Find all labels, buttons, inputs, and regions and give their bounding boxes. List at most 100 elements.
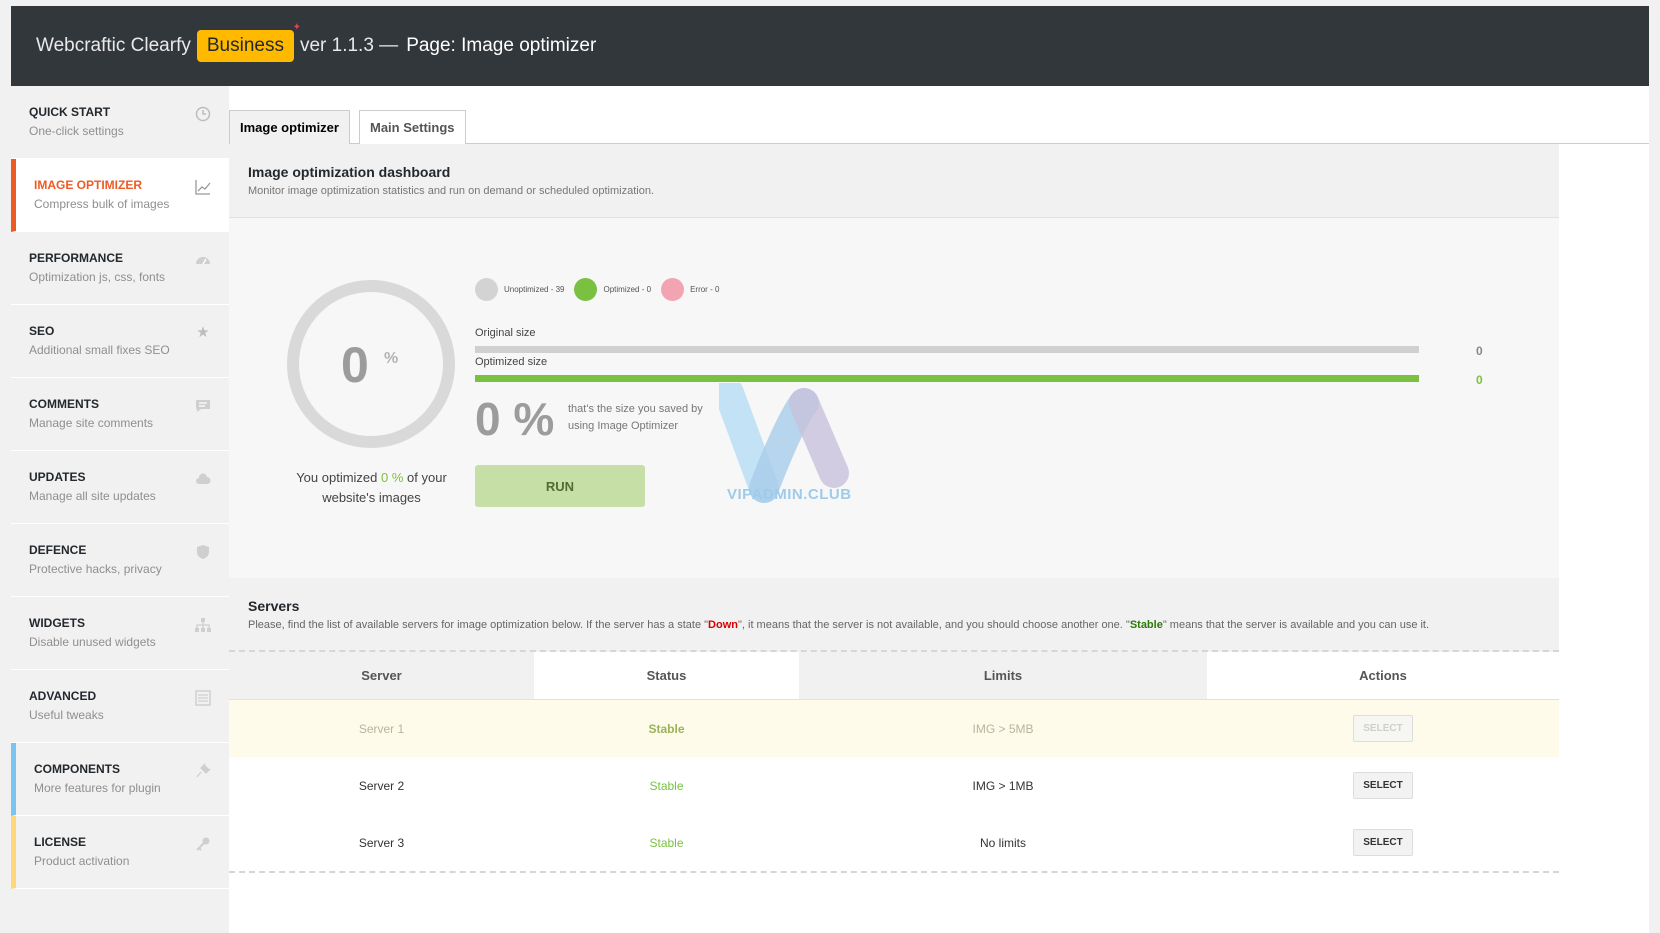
sidebar-item-title: ADVANCED xyxy=(29,689,97,703)
app-frame: Webcraftic Clearfy Business ✦ ver 1.1.3 —… xyxy=(11,6,1649,933)
legend: Unoptimized - 39 Optimized - 0 Error - 0 xyxy=(475,278,729,301)
star-icon: ★ xyxy=(196,324,210,341)
select-button[interactable]: SELECT xyxy=(1353,829,1413,856)
main-content: Image optimizer Main Settings Image opti… xyxy=(229,86,1649,933)
saved-percent: 0 % xyxy=(475,393,555,445)
dashboard-icon xyxy=(195,252,211,268)
sidebar-item-image-optimizer[interactable]: IMAGE OPTIMIZER Compress bulk of images xyxy=(11,159,229,232)
column-limits: Limits xyxy=(799,652,1207,699)
sidebar-item-advanced[interactable]: ADVANCED Useful tweaks xyxy=(11,670,229,743)
ring-caption: You optimized 0 % of your website's imag… xyxy=(296,470,447,505)
sidebar-item-updates[interactable]: UPDATES Manage all site updates xyxy=(11,451,229,524)
original-size-value: 0 xyxy=(1476,344,1483,358)
sitemap-icon xyxy=(195,617,211,633)
sidebar-item-title: UPDATES xyxy=(29,470,86,484)
servers-table: Server Status Limits Actions Server 1 St… xyxy=(229,652,1559,873)
sidebar-item-seo[interactable]: SEO Additional small fixes SEO ★ xyxy=(11,305,229,378)
select-button[interactable]: SELECT xyxy=(1353,715,1413,742)
server-name: Server 2 xyxy=(358,778,405,793)
sidebar-item-subtitle: Product activation xyxy=(34,854,130,868)
optimized-size-value: 0 xyxy=(1476,373,1483,387)
sidebar-item-title: IMAGE OPTIMIZER xyxy=(34,178,142,192)
server-name: Server 1 xyxy=(358,721,405,736)
sidebar-item-widgets[interactable]: WIDGETS Disable unused widgets xyxy=(11,597,229,670)
sidebar-item-title: WIDGETS xyxy=(29,616,85,630)
server-limits: IMG > 5MB xyxy=(972,721,1034,736)
sidebar-item-subtitle: Manage site comments xyxy=(29,416,154,430)
top-bar: Webcraftic Clearfy Business ✦ ver 1.1.3 —… xyxy=(11,6,1649,86)
list-icon xyxy=(195,690,211,706)
server-limits: IMG > 1MB xyxy=(972,778,1034,793)
comment-icon xyxy=(195,398,211,414)
servers-header: Servers Please, find the list of availab… xyxy=(229,578,1559,652)
sidebar-item-subtitle: Manage all site updates xyxy=(29,489,156,503)
sidebar-item-performance[interactable]: PERFORMANCE Optimization js, css, fonts xyxy=(11,232,229,305)
sidebar-item-subtitle: One-click settings xyxy=(29,124,124,138)
sidebar-item-components[interactable]: COMPONENTS More features for plugin xyxy=(11,743,229,816)
column-server: Server xyxy=(229,652,534,699)
plugin-icon xyxy=(195,763,211,779)
tab-main-settings[interactable]: Main Settings xyxy=(359,110,466,145)
stable-label: Stable xyxy=(1129,619,1163,631)
select-button[interactable]: SELECT xyxy=(1353,772,1413,799)
chart-icon xyxy=(195,179,211,195)
sidebar-item-subtitle: Optimization js, css, fonts xyxy=(29,270,166,284)
servers-description: Please, find the list of available serve… xyxy=(248,619,1430,631)
server-status: Stable xyxy=(649,778,684,793)
original-size-label: Original size xyxy=(475,327,536,339)
watermark-text: VIPADMIN.CLUB xyxy=(727,486,852,503)
sidebar-item-title: LICENSE xyxy=(34,835,87,849)
ring-unit: % xyxy=(384,350,399,367)
tab-image-optimizer[interactable]: Image optimizer xyxy=(229,110,350,145)
sidebar-item-subtitle: Disable unused widgets xyxy=(29,635,156,649)
server-limits: No limits xyxy=(979,835,1026,850)
tab-bar: Image optimizer Main Settings xyxy=(229,86,1649,145)
server-name: Server 3 xyxy=(358,835,405,850)
server-status: Stable xyxy=(649,835,684,850)
legend-optimized: Optimized - 0 xyxy=(574,278,651,301)
caption-value: 0 % xyxy=(381,470,404,485)
sidebar-item-title: COMMENTS xyxy=(29,397,99,411)
sidebar-item-quick-start[interactable]: QUICK START One-click settings xyxy=(11,86,229,159)
server-status: Stable xyxy=(648,721,685,736)
sidebar-item-comments[interactable]: COMMENTS Manage site comments xyxy=(11,378,229,451)
progress-ring xyxy=(287,280,455,448)
sidebar-item-title: DEFENCE xyxy=(29,543,87,557)
sidebar-item-title: SEO xyxy=(29,324,55,338)
optimized-size-bar xyxy=(475,375,1419,382)
business-badge: Business ✦ xyxy=(196,22,301,62)
sidebar-item-subtitle: Protective hacks, privacy xyxy=(29,562,162,576)
dashboard-title: Image optimization dashboard xyxy=(248,164,451,180)
saved-text: that's the size you saved by using Image… xyxy=(568,403,703,432)
key-icon xyxy=(195,836,211,852)
optimized-size-label: Optimized size xyxy=(475,356,548,368)
servers-title: Servers xyxy=(248,598,300,614)
brand-name: Webcraftic Clearfy xyxy=(36,35,191,56)
version-label: ver 1.1.3 — xyxy=(299,35,399,56)
sidebar-item-defence[interactable]: DEFENCE Protective hacks, privacy xyxy=(11,524,229,597)
cloud-icon xyxy=(195,471,211,487)
legend-error: Error - 0 xyxy=(661,278,719,301)
clock-icon xyxy=(195,106,211,122)
table-header: Server Status Limits Actions xyxy=(229,652,1559,700)
sidebar-item-subtitle: More features for plugin xyxy=(34,781,161,795)
table-footer xyxy=(229,871,1559,873)
run-button[interactable]: RUN xyxy=(475,465,645,507)
down-label: Down xyxy=(708,619,738,631)
legend-unoptimized: Unoptimized - 39 xyxy=(475,278,564,301)
sidebar: QUICK START One-click settings IMAGE OPT… xyxy=(11,86,229,933)
table-row: Server 1 Stable IMG > 5MB SELECT xyxy=(229,700,1559,757)
sidebar-item-subtitle: Compress bulk of images xyxy=(34,197,170,211)
ring-value: 0 xyxy=(341,337,369,393)
spark-icon: ✦ xyxy=(292,22,301,33)
sidebar-item-subtitle: Additional small fixes SEO xyxy=(29,343,170,357)
page-title: Page: Image optimizer xyxy=(406,35,597,56)
sidebar-item-license[interactable]: LICENSE Product activation xyxy=(11,816,229,889)
dashboard-body: 0 % You optimized 0 % of your website's … xyxy=(229,218,1559,578)
dashboard-header: Image optimization dashboard Monitor ima… xyxy=(229,144,1559,218)
column-actions: Actions xyxy=(1359,668,1407,683)
dashboard-description: Monitor image optimization statistics an… xyxy=(248,185,654,197)
shield-icon xyxy=(195,544,211,560)
column-status: Status xyxy=(646,668,687,683)
original-size-bar xyxy=(475,346,1419,353)
